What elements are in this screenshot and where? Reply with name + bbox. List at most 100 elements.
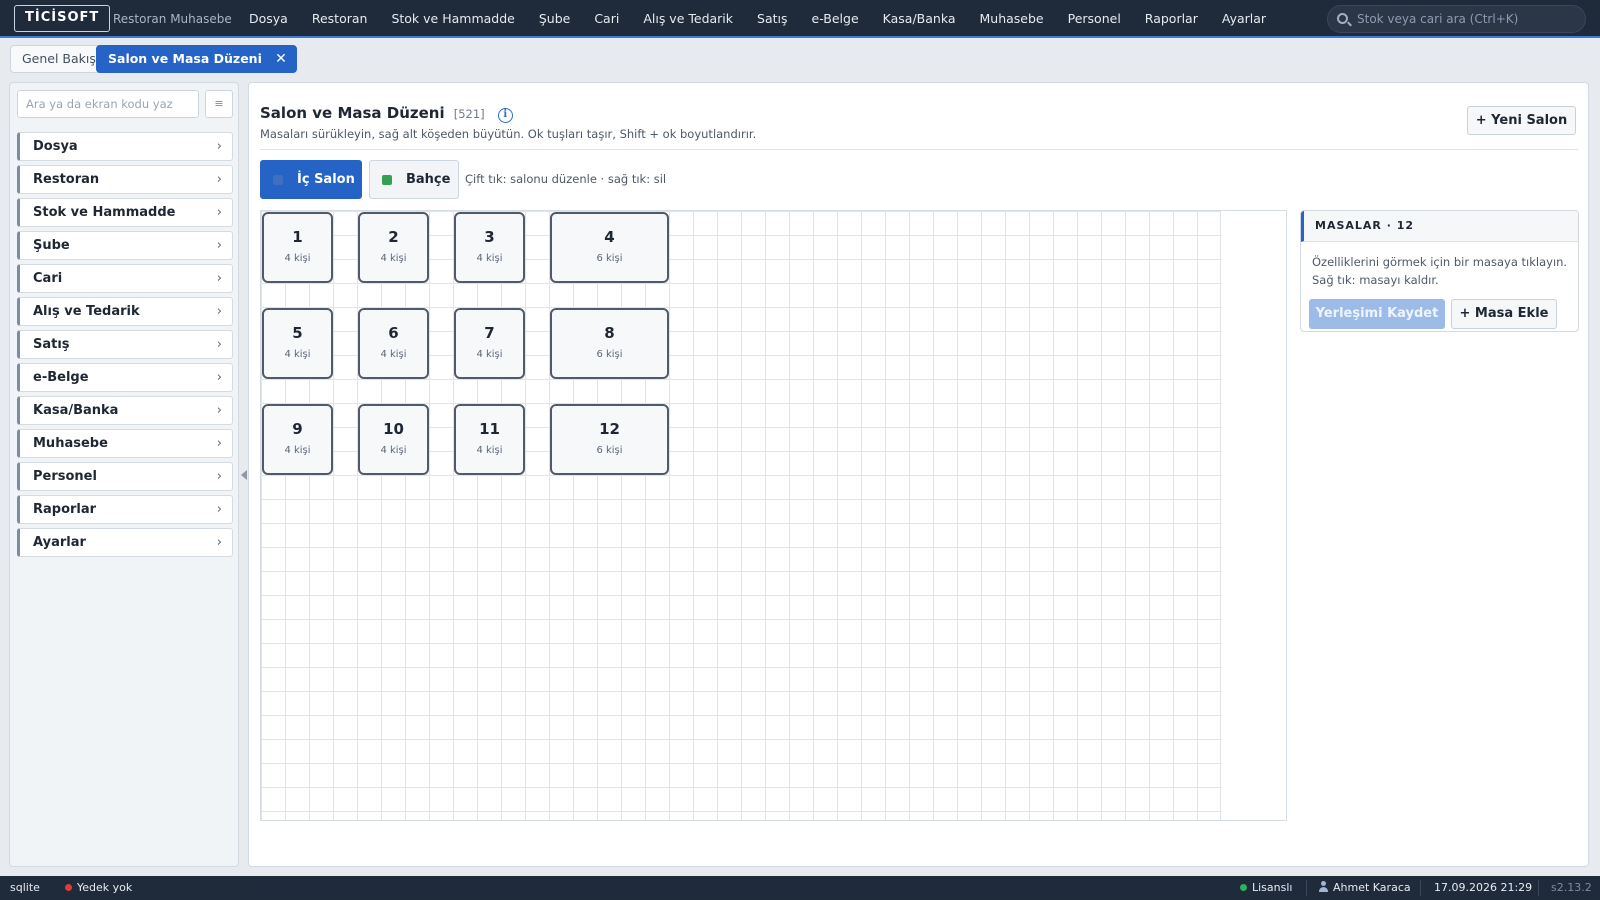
app-logo[interactable]: TİCİSOFT bbox=[14, 5, 111, 32]
table-4[interactable]: 4 6 kişi bbox=[550, 212, 669, 283]
sidebar-item-label: Kasa/Banka bbox=[33, 403, 119, 418]
room-tab-ic-salon[interactable]: İç Salon bbox=[260, 160, 362, 199]
table-7[interactable]: 7 4 kişi bbox=[454, 308, 525, 379]
global-search[interactable] bbox=[1327, 5, 1586, 33]
table-capacity: 4 kişi bbox=[476, 445, 503, 456]
table-number: 12 bbox=[599, 420, 620, 438]
table-capacity: 4 kişi bbox=[284, 253, 311, 264]
sidebar-item-satis[interactable]: Satış › bbox=[17, 330, 233, 359]
tab-salon-layout-label: Salon ve Masa Düzeni bbox=[108, 51, 262, 66]
current-user[interactable]: Ahmet Karaca bbox=[1318, 876, 1411, 900]
nav-ayarlar[interactable]: Ayarlar bbox=[1222, 0, 1266, 38]
table-8[interactable]: 8 6 kişi bbox=[550, 308, 669, 379]
sidebar-item-label: e-Belge bbox=[33, 370, 89, 385]
sidebar-item-dosya[interactable]: Dosya › bbox=[17, 132, 233, 161]
menu-toggle-icon[interactable]: ≡ bbox=[205, 90, 233, 118]
chevron-right-icon: › bbox=[216, 436, 222, 451]
close-icon[interactable]: ✕ bbox=[275, 46, 287, 72]
sidebar-item-label: Muhasebe bbox=[33, 436, 108, 451]
table-capacity: 4 kişi bbox=[284, 349, 311, 360]
tab-overview[interactable]: Genel Bakış bbox=[10, 45, 108, 73]
new-salon-button[interactable]: + Yeni Salon bbox=[1467, 106, 1576, 135]
table-number: 8 bbox=[604, 324, 615, 342]
sidebar-item-label: Cari bbox=[33, 271, 63, 286]
backup-status: Yedek yok bbox=[65, 876, 132, 900]
sidebar-item-restoran[interactable]: Restoran › bbox=[17, 165, 233, 194]
table-capacity: 4 kişi bbox=[476, 253, 503, 264]
status-divider bbox=[1538, 880, 1539, 896]
chevron-right-icon: › bbox=[216, 304, 222, 319]
table-12[interactable]: 12 6 kişi bbox=[550, 404, 669, 475]
table-capacity: 4 kişi bbox=[380, 349, 407, 360]
table-number: 11 bbox=[479, 420, 500, 438]
save-layout-button[interactable]: Yerleşimi Kaydet bbox=[1309, 299, 1445, 329]
nav-satis[interactable]: Satış bbox=[757, 0, 787, 38]
tables-panel-title: MASALAR · 12 bbox=[1315, 219, 1415, 232]
sidebar-item-kasa-banka[interactable]: Kasa/Banka › bbox=[17, 396, 233, 425]
sidebar-item-sube[interactable]: Şube › bbox=[17, 231, 233, 260]
nav-dosya[interactable]: Dosya bbox=[249, 0, 288, 38]
table-10[interactable]: 10 4 kişi bbox=[358, 404, 429, 475]
room-tab-bahce[interactable]: Bahçe bbox=[369, 160, 459, 199]
tab-strip: Genel Bakış Salon ve Masa Düzeni ✕ bbox=[0, 40, 1600, 78]
table-capacity: 4 kişi bbox=[284, 445, 311, 456]
add-table-button[interactable]: + Masa Ekle bbox=[1451, 299, 1557, 329]
table-3[interactable]: 3 4 kişi bbox=[454, 212, 525, 283]
chevron-right-icon: › bbox=[216, 403, 222, 418]
nav-stok-ve-hammadde[interactable]: Stok ve Hammadde bbox=[391, 0, 514, 38]
status-divider bbox=[1420, 880, 1421, 896]
sidebar-item-e-belge[interactable]: e-Belge › bbox=[17, 363, 233, 392]
chevron-right-icon: › bbox=[216, 337, 222, 352]
sidebar: ≡ Dosya›Restoran›Stok ve Hammadde›Şube›C… bbox=[9, 82, 239, 867]
tab-salon-layout[interactable]: Salon ve Masa Düzeni ✕ bbox=[96, 45, 297, 73]
room-tab-label: Bahçe bbox=[406, 172, 451, 187]
chevron-right-icon: › bbox=[216, 535, 222, 550]
table-11[interactable]: 11 4 kişi bbox=[454, 404, 525, 475]
main-menu: Dosya Restoran Stok ve Hammadde Şube Cari Alı… bbox=[237, 0, 1278, 38]
nav-cari[interactable]: Cari bbox=[594, 0, 619, 38]
sidebar-item-ayarlar[interactable]: Ayarlar › bbox=[17, 528, 233, 557]
sidebar-search-input[interactable] bbox=[18, 91, 198, 117]
sidebar-item-label: Raporlar bbox=[33, 502, 97, 517]
sidebar-item-label: Ayarlar bbox=[33, 535, 86, 550]
nav-sube[interactable]: Şube bbox=[539, 0, 570, 38]
nav-e-belge[interactable]: e-Belge bbox=[812, 0, 859, 38]
table-9[interactable]: 9 4 kişi bbox=[262, 404, 333, 475]
nav-muhasebe[interactable]: Muhasebe bbox=[980, 0, 1044, 38]
table-number: 2 bbox=[388, 228, 399, 246]
floor-plan-canvas[interactable]: 1 4 kişi 2 4 kişi 3 4 kişi 4 6 kişi 5 4 kişi 6 4 ki… bbox=[260, 210, 1287, 821]
chevron-right-icon: › bbox=[216, 238, 222, 253]
sidebar-item-label: Stok ve Hammadde bbox=[33, 205, 176, 220]
table-2[interactable]: 2 4 kişi bbox=[358, 212, 429, 283]
sidebar-item-cari[interactable]: Cari › bbox=[17, 264, 233, 293]
sidebar-item-stok-ve-hammadde[interactable]: Stok ve Hammadde › bbox=[17, 198, 233, 227]
sidebar-item-label: Dosya bbox=[33, 139, 78, 154]
chevron-right-icon: › bbox=[216, 370, 222, 385]
tables-panel-header: MASALAR · 12 bbox=[1301, 211, 1578, 242]
status-bar: sqlite Yedek yok Lisanslı Ahmet Karaca 1… bbox=[0, 876, 1600, 900]
collapse-sidebar-icon[interactable] bbox=[241, 470, 247, 480]
page-hint: Masaları sürükleyin, sağ alt köşeden büy… bbox=[260, 127, 757, 141]
table-number: 7 bbox=[484, 324, 495, 342]
main-panel: Salon ve Masa Düzeni [521] i Masaları sü… bbox=[248, 82, 1589, 867]
page-title: Salon ve Masa Düzeni bbox=[260, 104, 445, 122]
nav-personel[interactable]: Personel bbox=[1068, 0, 1121, 38]
table-1[interactable]: 1 4 kişi bbox=[262, 212, 333, 283]
sidebar-item-alis-ve-tedarik[interactable]: Alış ve Tedarik › bbox=[17, 297, 233, 326]
top-bar: TİCİSOFT Restoran Muhasebe Dosya Restoran… bbox=[0, 0, 1600, 38]
sidebar-item-muhasebe[interactable]: Muhasebe › bbox=[17, 429, 233, 458]
backup-status-label: Yedek yok bbox=[77, 881, 133, 894]
sidebar-search[interactable] bbox=[17, 90, 199, 118]
table-5[interactable]: 5 4 kişi bbox=[262, 308, 333, 379]
nav-restoran[interactable]: Restoran bbox=[312, 0, 368, 38]
info-icon[interactable]: i bbox=[497, 108, 513, 123]
nav-raporlar[interactable]: Raporlar bbox=[1145, 0, 1198, 38]
nav-alis-ve-tedarik[interactable]: Alış ve Tedarik bbox=[643, 0, 733, 38]
global-search-input[interactable] bbox=[1357, 6, 1579, 32]
nav-kasa-banka[interactable]: Kasa/Banka bbox=[883, 0, 956, 38]
app-version: s2.13.2 bbox=[1551, 881, 1592, 894]
table-6[interactable]: 6 4 kişi bbox=[358, 308, 429, 379]
tables-panel: MASALAR · 12 Özelliklerini görmek için b… bbox=[1300, 210, 1579, 332]
sidebar-item-raporlar[interactable]: Raporlar › bbox=[17, 495, 233, 524]
sidebar-item-personel[interactable]: Personel › bbox=[17, 462, 233, 491]
